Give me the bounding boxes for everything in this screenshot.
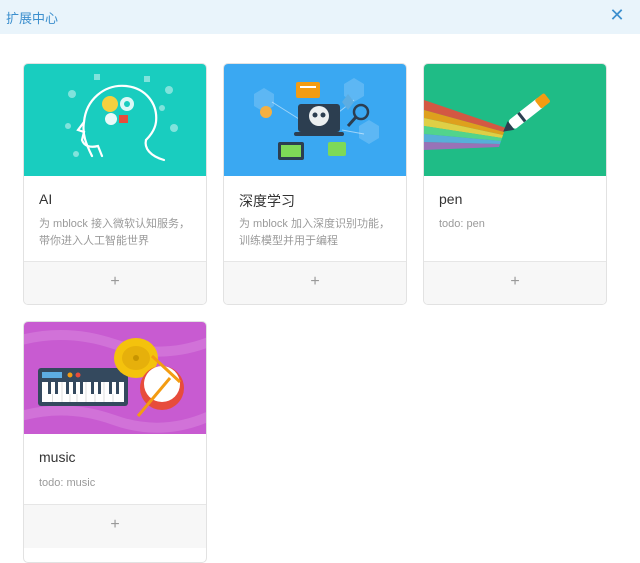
ai-thumbnail (24, 64, 206, 176)
extension-description: 为 mblock 接入微软认知服务，带你进入人工智能世界 (39, 218, 190, 247)
extension-card-deep-learning[interactable]: 深度学习 为 mblock 加入深度识别功能，训练模型并用于编程 + (223, 63, 407, 305)
pen-thumbnail (424, 64, 606, 176)
dialog-title: 扩展中心 (6, 11, 59, 26)
extension-name: music (39, 449, 76, 465)
add-extension-button[interactable]: + (224, 261, 406, 304)
extension-card-ai[interactable]: AI 为 mblock 接入微软认知服务，带你进入人工智能世界 + (23, 63, 207, 305)
extension-card-pen[interactable]: pen todo: pen + (423, 63, 607, 305)
pen-rainbow-icon (424, 93, 550, 150)
plus-icon: + (510, 273, 520, 290)
add-extension-button[interactable]: + (24, 504, 206, 548)
extension-description: 为 mblock 加入深度识别功能，训练模型并用于编程 (239, 218, 390, 247)
dialog-header: 扩展中心 ✕ (0, 0, 640, 34)
add-extension-button[interactable]: + (424, 261, 606, 304)
close-icon[interactable]: ✕ (608, 5, 626, 25)
extension-name: AI (39, 191, 53, 207)
deep-learning-thumbnail (224, 64, 406, 176)
add-extension-button[interactable]: + (24, 261, 206, 304)
plus-icon: + (310, 273, 320, 290)
robot-laptop-icon (254, 78, 379, 160)
plus-icon: + (110, 516, 120, 533)
extension-name: pen (439, 191, 463, 207)
extension-description: todo: pen (439, 218, 485, 230)
extension-name: 深度学习 (239, 193, 295, 209)
brain-gears-icon (65, 74, 178, 162)
plus-icon: + (110, 273, 120, 290)
extension-card-music[interactable]: music todo: music + (23, 321, 207, 563)
extension-description: todo: music (39, 477, 96, 489)
keyboard-drum-icon (24, 329, 206, 433)
music-thumbnail (24, 322, 206, 434)
